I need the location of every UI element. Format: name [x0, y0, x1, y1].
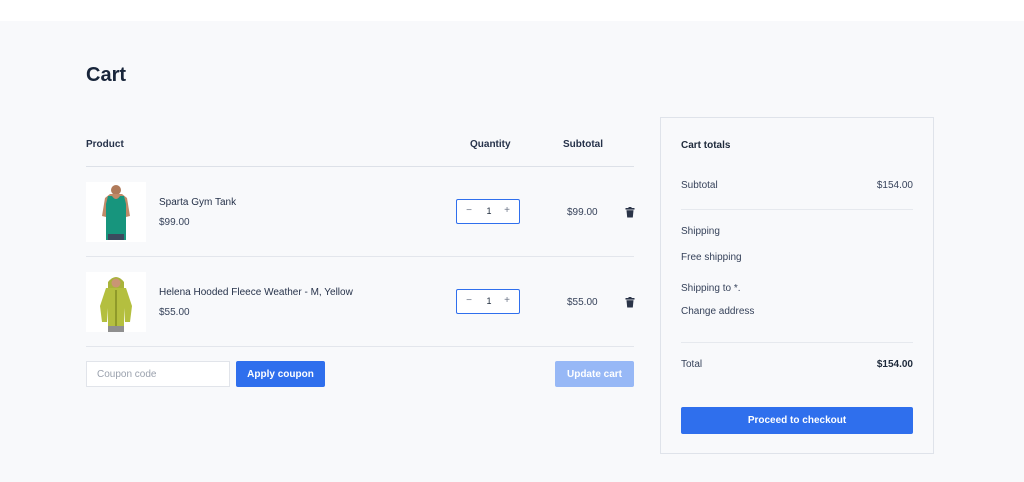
yellow-hoodie-image — [86, 272, 146, 332]
row-subtotal: $99.00 — [567, 207, 598, 218]
trash-icon[interactable] — [625, 207, 635, 218]
product-name[interactable]: Sparta Gym Tank — [159, 197, 236, 208]
trash-icon[interactable] — [625, 297, 635, 308]
product-thumbnail[interactable] — [86, 272, 146, 332]
quantity-value[interactable]: 1 — [479, 206, 499, 216]
proceed-to-checkout-button[interactable]: Proceed to checkout — [681, 407, 913, 434]
quantity-stepper: − 1 + — [456, 289, 520, 314]
decrease-quantity-button[interactable]: − — [462, 295, 476, 306]
cart-row: Sparta Gym Tank $99.00 − 1 + $99.00 — [86, 167, 635, 257]
shipping-method: Free shipping — [681, 252, 742, 263]
green-tank-top-image — [86, 182, 146, 242]
column-header-product: Product — [86, 139, 124, 150]
quantity-value[interactable]: 1 — [479, 296, 499, 306]
product-thumbnail[interactable] — [86, 182, 146, 242]
coupon-code-input[interactable] — [86, 361, 230, 387]
row-subtotal: $55.00 — [567, 297, 598, 308]
product-price: $99.00 — [159, 217, 190, 228]
total-label: Total — [681, 359, 703, 370]
shipping-destination: Shipping to *. — [681, 283, 741, 294]
totals-divider — [681, 209, 913, 210]
totals-subtotal-label: Subtotal — [681, 180, 718, 191]
row-divider — [86, 346, 634, 347]
quantity-stepper: − 1 + — [456, 199, 520, 224]
total-value: $154.00 — [876, 359, 913, 370]
totals-subtotal-value: $154.00 — [876, 180, 913, 191]
shipping-label: Shipping — [681, 226, 720, 237]
product-name[interactable]: Helena Hooded Fleece Weather - M, Yellow — [159, 287, 353, 298]
cart-row: Helena Hooded Fleece Weather - M, Yellow… — [86, 257, 635, 347]
change-address-link[interactable]: Change address — [681, 306, 754, 317]
update-cart-button[interactable]: Update cart — [555, 361, 634, 387]
apply-coupon-button[interactable]: Apply coupon — [236, 361, 325, 387]
cart-totals-panel: Cart totals Subtotal $154.00 Shipping Fr… — [660, 117, 934, 454]
totals-divider — [681, 342, 913, 343]
column-header-subtotal: Subtotal — [563, 139, 603, 150]
decrease-quantity-button[interactable]: − — [462, 205, 476, 216]
column-header-quantity: Quantity — [470, 139, 511, 150]
product-price: $55.00 — [159, 307, 190, 318]
increase-quantity-button[interactable]: + — [500, 295, 514, 306]
cart-totals-title: Cart totals — [681, 140, 731, 151]
page-title: Cart — [86, 64, 127, 86]
increase-quantity-button[interactable]: + — [500, 205, 514, 216]
